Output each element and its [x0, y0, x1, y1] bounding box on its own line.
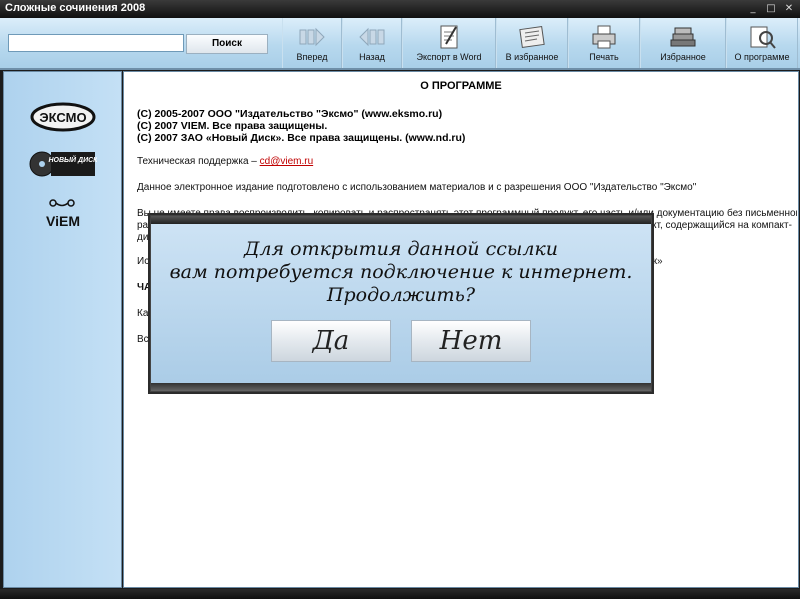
eksmo-logo-text: ЭКСМО [39, 110, 86, 125]
export-word-button[interactable]: Экспорт в Word [402, 18, 496, 68]
add-favorite-icon [519, 25, 545, 49]
support-email-link[interactable]: cd@viem.ru [260, 156, 314, 167]
support-text: Техническая поддержка – [137, 156, 260, 167]
forward-label: Вперед [296, 52, 328, 62]
add-favorite-button[interactable]: В избранное [496, 18, 568, 68]
dialog-top-bar [151, 216, 651, 224]
support-line: Техническая поддержка – cd@viem.ru [137, 156, 313, 168]
export-word-label: Экспорт в Word [416, 52, 482, 62]
forward-icon [299, 27, 325, 47]
copyright-line: (C) 2007 ЗАО «Новый Диск». Все права защ… [137, 132, 466, 144]
printer-icon [592, 25, 616, 49]
copyright-line: (C) 2005-2007 ООО "Издательство "Эксмо" … [137, 108, 443, 120]
dialog-message: Для открытия данной ссылки вам потребует… [151, 238, 651, 307]
sidebar: ЭКСМО НОВЫЙ ДИСК ViEM [3, 71, 122, 588]
copyright-line: (C) 2007 VIEM. Все права защищены. [137, 120, 328, 132]
about-button[interactable]: О программе [726, 18, 798, 68]
add-favorite-label: В избранное [505, 52, 559, 62]
print-label: Печать [589, 52, 619, 62]
about-icon [750, 26, 776, 49]
title-bar: Сложные сочинения 2008 _ □ ✕ [0, 0, 800, 18]
published-text: Данное электронное издание подготовлено … [137, 182, 697, 193]
back-label: Назад [359, 52, 385, 62]
dialog-message-line: Для открытия данной ссылки [243, 238, 559, 260]
favorites-label: Избранное [660, 52, 706, 62]
print-button[interactable]: Печать [568, 18, 640, 68]
maximize-button[interactable]: □ [766, 4, 776, 14]
dialog-bottom-bar [151, 383, 651, 391]
forward-button[interactable]: Вперед [282, 18, 342, 68]
close-button[interactable]: ✕ [784, 4, 794, 14]
novyi-disk-logo[interactable]: НОВЫЙ ДИСК [4, 148, 121, 184]
window-title: Сложные сочинения 2008 [5, 2, 146, 14]
rights-line-end: кт, содержащийся на компакт- [652, 220, 792, 231]
search-input[interactable] [8, 34, 184, 52]
toolbar: Поиск Вперед Назад Экспорт в Word В избр… [0, 18, 800, 70]
bottom-bar [0, 589, 800, 599]
dialog-message-line: вам потребуется подключение к интернет. [169, 261, 633, 283]
back-button[interactable]: Назад [342, 18, 402, 68]
page-title: О ПРОГРАММЕ [420, 80, 502, 92]
eksmo-logo[interactable]: ЭКСМО [4, 100, 121, 138]
yes-button[interactable]: Да [271, 320, 391, 362]
internet-connection-dialog: Для открытия данной ссылки вам потребует… [150, 215, 652, 392]
books-icon [670, 27, 696, 47]
back-icon [359, 27, 385, 47]
search-button[interactable]: Поиск [186, 34, 268, 54]
favorites-button[interactable]: Избранное [640, 18, 726, 68]
novyi-disk-logo-text: НОВЫЙ ДИСК [48, 155, 96, 164]
about-label: О программе [734, 52, 790, 62]
viem-logo[interactable]: ViEM [4, 196, 121, 236]
export-word-icon [440, 25, 458, 49]
no-button[interactable]: Нет [411, 320, 531, 362]
minimize-button[interactable]: _ [748, 4, 758, 14]
viem-logo-text: ViEM [46, 213, 80, 229]
dialog-message-line: Продолжить? [326, 284, 476, 306]
